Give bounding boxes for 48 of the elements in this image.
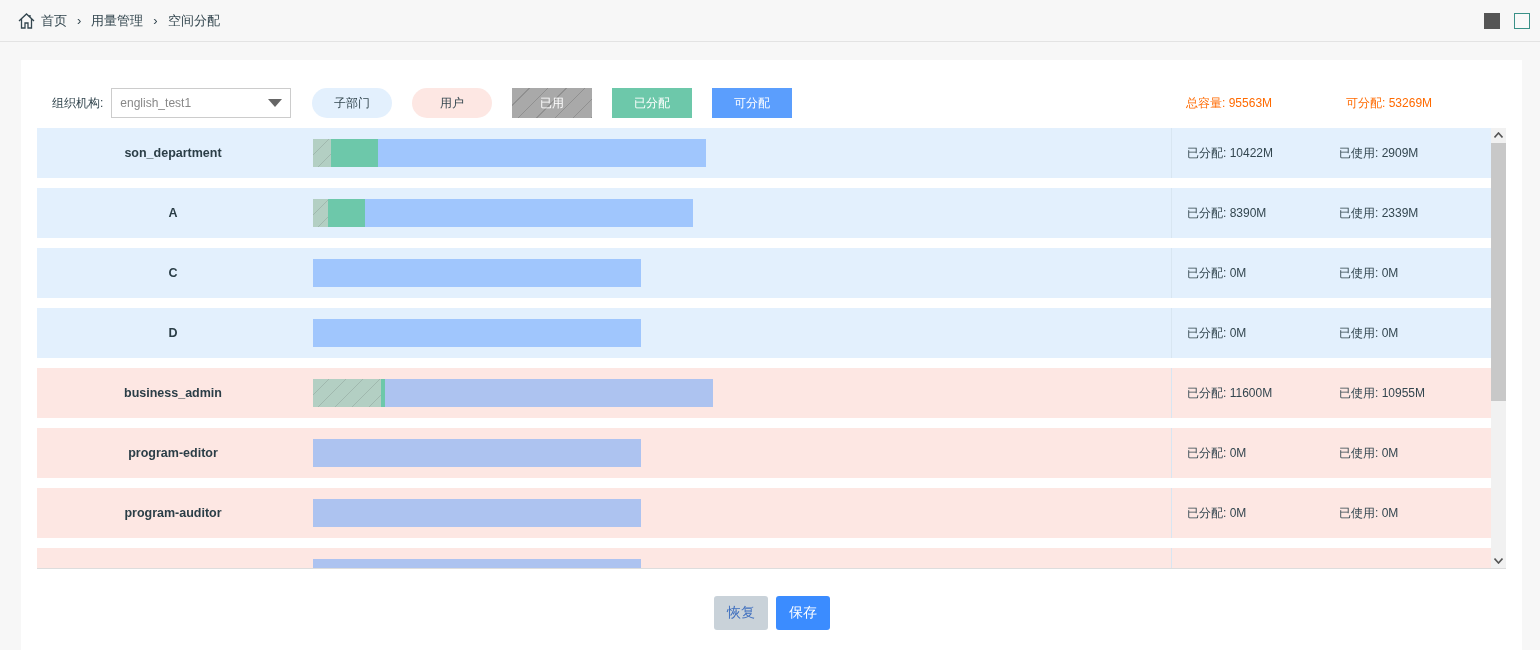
allocated-text: 已分配: 10422M bbox=[1187, 144, 1275, 162]
used-text: 已使用: 0M bbox=[1339, 324, 1400, 342]
row-name: business_admin bbox=[123, 386, 223, 400]
org-label: 组织机构: bbox=[52, 94, 104, 112]
row-name: program-editor bbox=[127, 446, 219, 460]
allocated-text: 已分配: 0M bbox=[1187, 444, 1248, 462]
chevron-icon: › bbox=[153, 13, 158, 28]
used-text: 已使用: 0M bbox=[1339, 444, 1400, 462]
allocated-segment bbox=[328, 199, 365, 227]
legend-item: 已用 bbox=[512, 88, 593, 118]
used-text: 已使用: 2909M bbox=[1339, 144, 1420, 162]
scroll-up-icon[interactable] bbox=[1494, 132, 1503, 138]
used-text: 已使用: 2339M bbox=[1339, 204, 1420, 222]
total-text: 总容量: 95563M bbox=[1186, 94, 1274, 112]
allocated-segment bbox=[331, 139, 378, 167]
row-name: program-auditor bbox=[123, 506, 223, 520]
org-select[interactable]: english_test1 bbox=[111, 88, 292, 118]
breadcrumb-link[interactable]: 首页 bbox=[41, 11, 67, 30]
used-text: 已使用: 0M bbox=[1339, 264, 1400, 282]
breadcrumb-link[interactable]: 用量管理 bbox=[91, 11, 144, 30]
legend-item: 子部门 bbox=[312, 88, 393, 118]
row-name: D bbox=[167, 326, 179, 340]
view-toggle[interactable] bbox=[1484, 12, 1500, 29]
used-segment bbox=[313, 379, 381, 407]
view-toggle[interactable] bbox=[1514, 12, 1530, 29]
used-text: 已使用: 10955M bbox=[1339, 384, 1427, 402]
allocated-text: 已分配: 11600M bbox=[1187, 384, 1274, 402]
scroll-down-icon[interactable] bbox=[1494, 558, 1503, 564]
allocated-text: 已分配: 0M bbox=[1187, 324, 1248, 342]
home-icon[interactable] bbox=[18, 12, 35, 29]
used-segment bbox=[313, 139, 331, 167]
allocated-text: 已分配: 0M bbox=[1187, 264, 1248, 282]
chevron-icon: › bbox=[77, 13, 82, 28]
allocated-text: 已分配: 8390M bbox=[1187, 204, 1268, 222]
legend-item: 用户 bbox=[412, 88, 493, 118]
scrollbar[interactable] bbox=[1491, 128, 1506, 568]
used-segment bbox=[313, 199, 328, 227]
row-name: C bbox=[167, 266, 179, 280]
legend-item: 可分配 bbox=[712, 88, 793, 118]
allocated-text: 已分配: 0M bbox=[1187, 504, 1248, 522]
dropdown-caret-icon bbox=[268, 99, 283, 107]
row-name: son_department bbox=[123, 146, 223, 160]
total-text: 可分配: 53269M bbox=[1346, 94, 1434, 112]
row-name: A bbox=[167, 206, 179, 220]
breadcrumb-link[interactable]: 空间分配 bbox=[167, 11, 220, 30]
used-text: 已使用: 0M bbox=[1339, 504, 1400, 522]
legend-item: 已分配 bbox=[612, 88, 693, 118]
allocated-segment bbox=[381, 379, 385, 407]
